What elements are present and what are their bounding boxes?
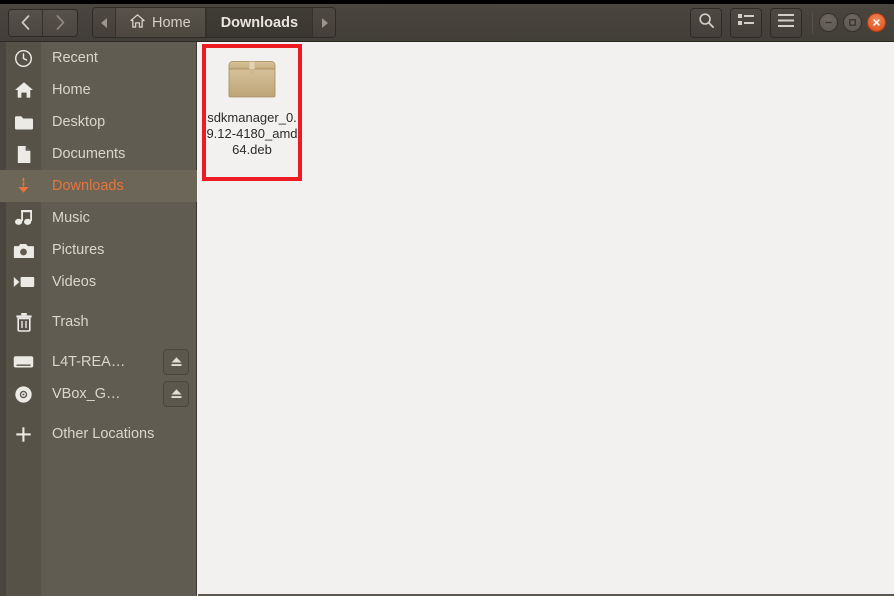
sidebar-item-desktop[interactable]: Desktop (0, 106, 197, 138)
sidebar-item-list: Recent Home Desktop Documents Downloads … (0, 42, 197, 450)
sidebar-item-trash[interactable]: Trash (0, 306, 197, 338)
breadcrumb-item-home[interactable]: Home (115, 8, 206, 37)
sidebar-item-videos[interactable]: Videos (0, 266, 197, 298)
breadcrumb-label-downloads: Downloads (220, 14, 299, 31)
disc-icon (6, 378, 41, 410)
sidebar-item-recent[interactable]: Recent (0, 42, 197, 74)
sidebar-label: Other Locations (52, 426, 155, 442)
sidebar-label: Home (52, 82, 91, 98)
header-divider (812, 11, 813, 34)
navigation-button-group (8, 8, 78, 37)
file-item[interactable]: sdkmanager_0.9.12-4180_amd64.deb (204, 48, 300, 158)
clock-icon (6, 42, 41, 74)
view-options-button[interactable] (730, 7, 762, 38)
file-list-view[interactable]: sdkmanager_0.9.12-4180_amd64.deb (198, 42, 894, 596)
camera-icon (6, 234, 41, 266)
file-name-label: sdkmanager_0.9.12-4180_amd64.deb (206, 110, 298, 157)
sidebar-item-l4t-readme[interactable]: L4T-REA… (0, 346, 197, 378)
eject-button-vbox-guest-additions[interactable] (163, 381, 189, 407)
music-icon (6, 202, 41, 234)
search-button[interactable] (690, 7, 722, 38)
forward-button[interactable] (43, 9, 77, 36)
sidebar-item-music[interactable]: Music (0, 202, 197, 234)
home-icon (6, 74, 41, 106)
document-icon (6, 138, 41, 170)
header-bar: Home Downloads (0, 4, 894, 42)
maximize-button[interactable] (843, 13, 862, 32)
folder-icon (6, 106, 41, 138)
sidebar-label: Pictures (52, 242, 105, 258)
sidebar-label: L4T-REA… (52, 354, 126, 370)
sidebar-label: Videos (52, 274, 97, 290)
sidebar-label: Documents (52, 146, 126, 162)
file-manager-window: Home Downloads Recent Home Desktop Docum… (0, 0, 894, 596)
drive-icon (6, 346, 41, 378)
download-icon (6, 170, 41, 202)
breadcrumb-scroll-right-icon[interactable] (313, 8, 336, 37)
minimize-button[interactable] (819, 13, 838, 32)
home-icon (130, 13, 145, 32)
search-icon (698, 12, 715, 34)
sidebar-item-pictures[interactable]: Pictures (0, 234, 197, 266)
breadcrumb-item-downloads[interactable]: Downloads (205, 8, 314, 37)
eject-button-l4t-readme[interactable] (163, 349, 189, 375)
sidebar-label: VBox_G… (52, 386, 121, 402)
plus-icon (6, 418, 41, 450)
breadcrumb-label-home: Home (152, 14, 191, 31)
sidebar-item-documents[interactable]: Documents (0, 138, 197, 170)
sidebar-label: Music (52, 210, 90, 226)
menu-button[interactable] (770, 7, 802, 38)
sidebar-label: Desktop (52, 114, 106, 130)
back-button[interactable] (9, 9, 43, 36)
package-icon (223, 54, 281, 104)
sidebar-item-other-locations[interactable]: Other Locations (0, 418, 197, 450)
video-icon (6, 266, 41, 298)
sidebar-item-downloads[interactable]: Downloads (0, 170, 197, 202)
sidebar-item-home[interactable]: Home (0, 74, 197, 106)
sidebar-item-vbox-guest-additions[interactable]: VBox_G… (0, 378, 197, 410)
list-view-icon (738, 13, 754, 32)
trash-icon (6, 306, 41, 338)
breadcrumb-scroll-left-icon[interactable] (93, 8, 115, 37)
close-button[interactable] (867, 13, 886, 32)
breadcrumb: Home Downloads (92, 7, 337, 38)
sidebar-label: Downloads (52, 178, 124, 194)
window-controls (819, 13, 886, 32)
sidebar: Recent Home Desktop Documents Downloads … (0, 42, 197, 596)
sidebar-label: Recent (52, 50, 98, 66)
sidebar-label: Trash (52, 314, 89, 330)
hamburger-icon (778, 13, 794, 32)
